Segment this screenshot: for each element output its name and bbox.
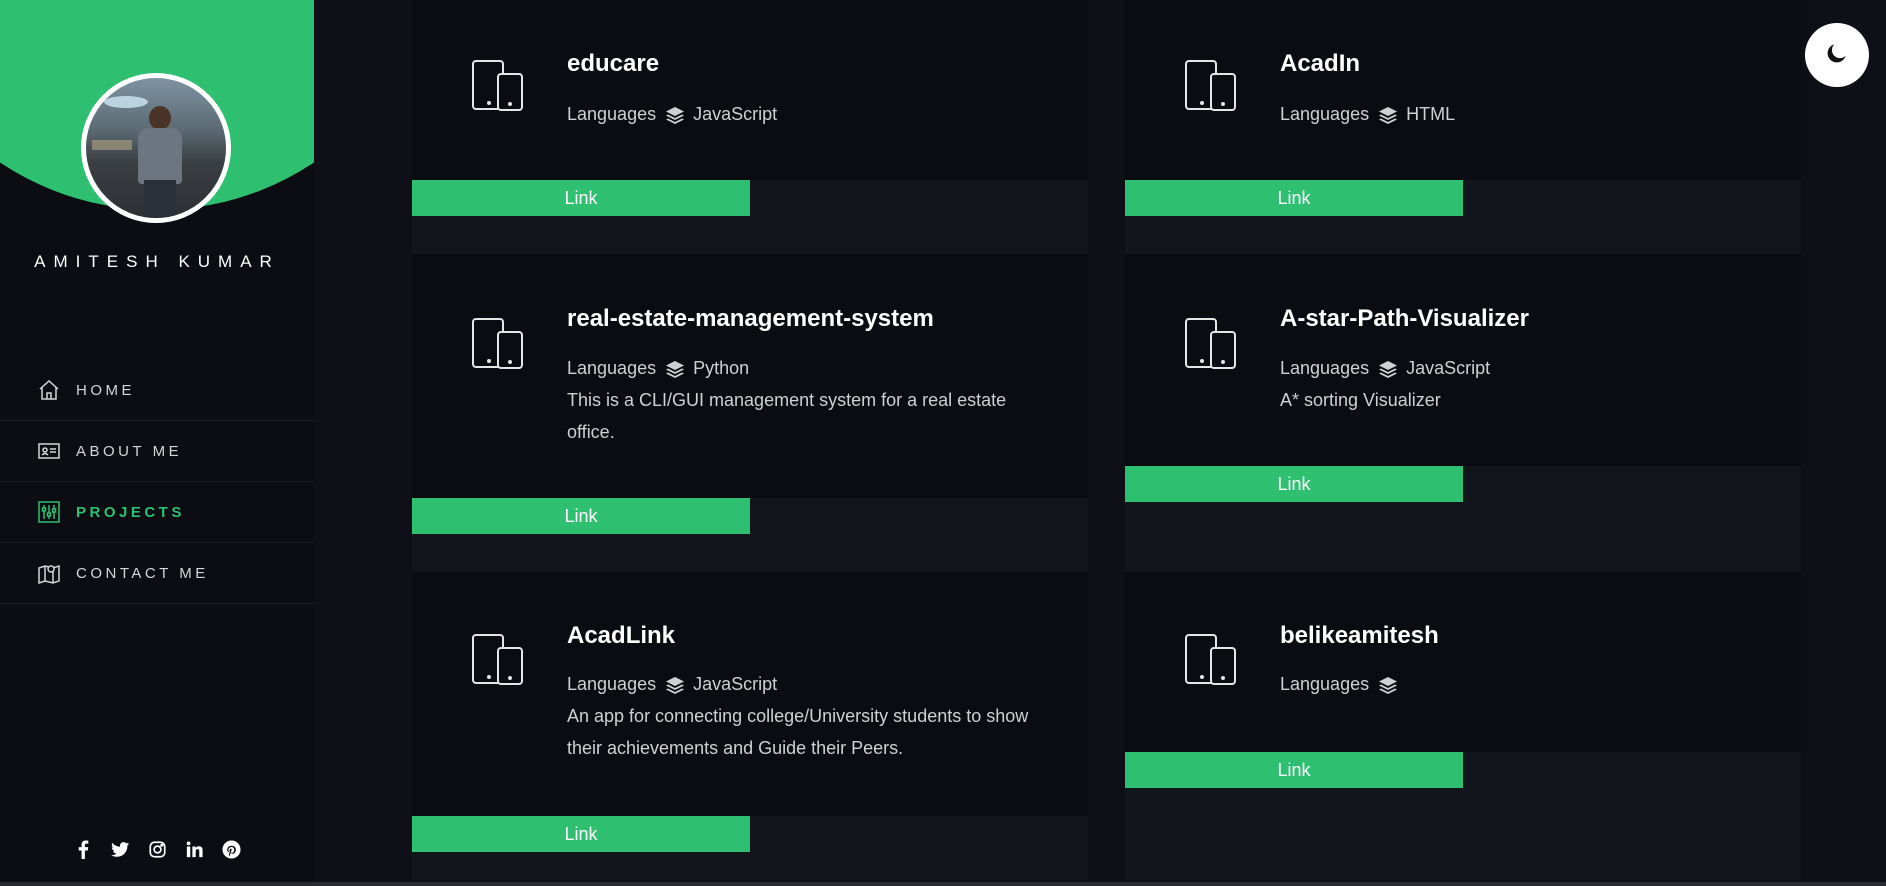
map-pin-icon xyxy=(36,560,62,586)
language-value: JavaScript xyxy=(693,104,778,124)
devices-icon xyxy=(470,632,526,688)
nav-item-projects[interactable]: PROJECTS xyxy=(0,482,314,543)
nav-item-label: ABOUT ME xyxy=(76,442,183,460)
project-languages: Languages JavaScript xyxy=(567,674,777,695)
project-languages: Languages JavaScript xyxy=(567,104,777,125)
languages-label: Languages xyxy=(1280,674,1370,694)
devices-icon xyxy=(1183,316,1239,372)
project-link-button[interactable]: Link xyxy=(1125,180,1463,216)
avatar xyxy=(81,73,231,223)
devices-icon xyxy=(470,316,526,372)
theme-toggle-button[interactable] xyxy=(1805,23,1869,87)
project-languages: Languages JavaScript xyxy=(1280,358,1490,379)
bottom-divider xyxy=(0,882,1886,886)
social-links xyxy=(0,840,314,859)
pinterest-icon[interactable] xyxy=(221,840,241,859)
devices-icon xyxy=(470,58,526,114)
project-description: A* sorting Visualizer xyxy=(1280,390,1441,410)
home-icon xyxy=(36,377,62,403)
layers-icon xyxy=(665,675,685,695)
project-link-button[interactable]: Link xyxy=(1125,466,1463,502)
projects-column-left: educare Languages JavaScript Link real-e… xyxy=(412,0,1088,880)
languages-label: Languages xyxy=(1280,104,1370,124)
project-link-button[interactable]: Link xyxy=(412,816,750,852)
project-link-button[interactable]: Link xyxy=(1125,752,1463,788)
project-title: A-star-Path-Visualizer xyxy=(1280,305,1529,332)
layers-icon xyxy=(1378,105,1398,125)
layers-icon xyxy=(665,359,685,379)
project-card-acadin: AcadIn Languages HTML xyxy=(1125,0,1801,180)
layers-icon xyxy=(665,105,685,125)
languages-label: Languages xyxy=(1280,358,1370,378)
languages-label: Languages xyxy=(567,358,657,378)
languages-label: Languages xyxy=(567,104,657,124)
project-description: This is a CLI/GUI management system for … xyxy=(567,390,1007,442)
language-value: JavaScript xyxy=(1406,358,1491,378)
languages-label: Languages xyxy=(567,674,657,694)
sliders-icon xyxy=(36,499,62,525)
project-languages: Languages Python xyxy=(567,358,749,379)
twitter-icon[interactable] xyxy=(110,840,130,859)
projects-column-right: AcadIn Languages HTML Link A-star-Path-V… xyxy=(1125,0,1801,880)
nav-item-home[interactable]: HOME xyxy=(0,360,314,421)
language-value: Python xyxy=(693,358,750,378)
nav-item-label: PROJECTS xyxy=(76,503,185,521)
project-title: belikeamitesh xyxy=(1280,622,1439,649)
nav-item-about-me[interactable]: ABOUT ME xyxy=(0,421,314,482)
project-description: An app for connecting college/University… xyxy=(567,706,1029,758)
language-value: HTML xyxy=(1406,104,1456,124)
nav-item-contact-me[interactable]: CONTACT ME xyxy=(0,543,314,604)
project-card-educare: educare Languages JavaScript xyxy=(412,0,1088,180)
project-languages: Languages HTML xyxy=(1280,104,1455,125)
nav-menu: HOME ABOUT ME PROJECTS CONTACT ME xyxy=(0,360,314,604)
language-value: JavaScript xyxy=(693,674,778,694)
projects-section: educare Languages JavaScript Link real-e… xyxy=(314,0,1886,886)
project-languages: Languages xyxy=(1280,674,1406,695)
linkedin-icon[interactable] xyxy=(185,840,204,859)
project-title: AcadIn xyxy=(1280,50,1361,77)
id-card-icon xyxy=(36,438,62,464)
project-card-a-star-path-visualizer: A-star-Path-Visualizer Languages JavaScr… xyxy=(1125,254,1801,466)
project-title: educare xyxy=(567,50,660,77)
project-link-button[interactable]: Link xyxy=(412,498,750,534)
project-card-real-estate-management-system: real-estate-management-system Languages … xyxy=(412,254,1088,498)
project-title: AcadLink xyxy=(567,622,676,649)
facebook-icon[interactable] xyxy=(74,840,93,859)
layers-icon xyxy=(1378,675,1398,695)
nav-item-label: HOME xyxy=(76,381,135,399)
sidebar: AMITESH KUMAR HOME ABOUT ME PROJECTS CON… xyxy=(0,0,314,886)
project-card-belikeamitesh: belikeamitesh Languages xyxy=(1125,572,1801,752)
devices-icon xyxy=(1183,58,1239,114)
project-card-acadlink: AcadLink Languages JavaScript An app for… xyxy=(412,572,1088,816)
moon-icon xyxy=(1824,40,1850,70)
nav-item-label: CONTACT ME xyxy=(76,564,209,582)
project-link-button[interactable]: Link xyxy=(412,180,750,216)
project-title: real-estate-management-system xyxy=(567,305,934,332)
layers-icon xyxy=(1378,359,1398,379)
profile-name: AMITESH KUMAR xyxy=(34,252,280,271)
devices-icon xyxy=(1183,632,1239,688)
instagram-icon[interactable] xyxy=(148,840,167,859)
